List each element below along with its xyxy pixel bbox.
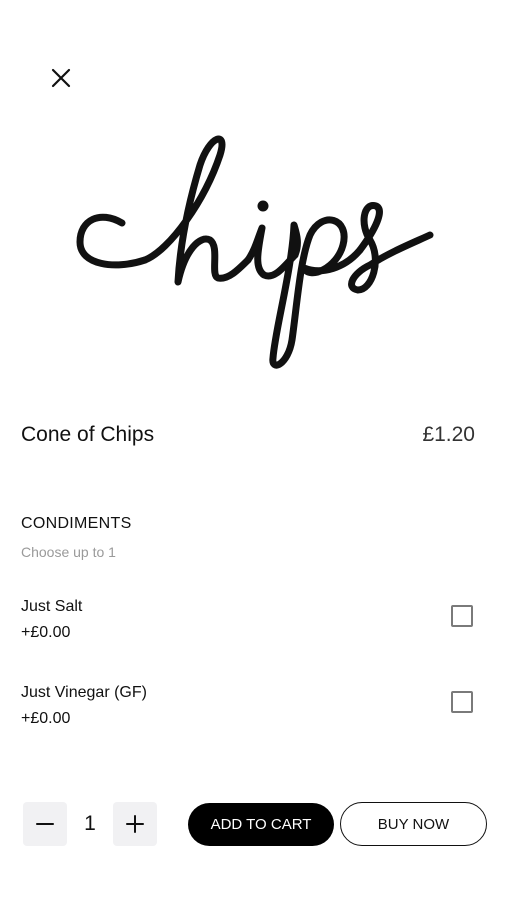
option-just-vinegar[interactable]: Just Vinegar (GF) +£0.00 — [21, 684, 473, 740]
option-checkbox[interactable] — [451, 605, 473, 627]
condiments-subtitle: Choose up to 1 — [21, 544, 116, 560]
minus-icon — [36, 823, 54, 825]
product-price: £1.20 — [422, 423, 475, 446]
increase-quantity-button[interactable] — [113, 802, 157, 846]
option-price: +£0.00 — [21, 624, 71, 641]
decrease-quantity-button[interactable] — [23, 802, 67, 846]
quantity-value: 1 — [84, 812, 96, 835]
chips-script-logo — [76, 135, 434, 369]
buy-now-button[interactable]: BUY NOW — [340, 802, 487, 846]
option-name: Just Vinegar (GF) — [21, 684, 147, 701]
option-name: Just Salt — [21, 598, 83, 615]
option-price: +£0.00 — [21, 710, 71, 727]
product-title: Cone of Chips — [21, 423, 155, 446]
option-checkbox[interactable] — [451, 691, 473, 713]
option-just-salt[interactable]: Just Salt +£0.00 — [21, 598, 473, 654]
close-icon — [51, 68, 71, 88]
close-button[interactable] — [44, 61, 78, 95]
condiments-heading: CONDIMENTS — [21, 515, 132, 532]
plus-icon — [126, 815, 144, 833]
product-image — [60, 110, 450, 380]
add-to-cart-button[interactable]: ADD TO CART — [188, 803, 334, 846]
